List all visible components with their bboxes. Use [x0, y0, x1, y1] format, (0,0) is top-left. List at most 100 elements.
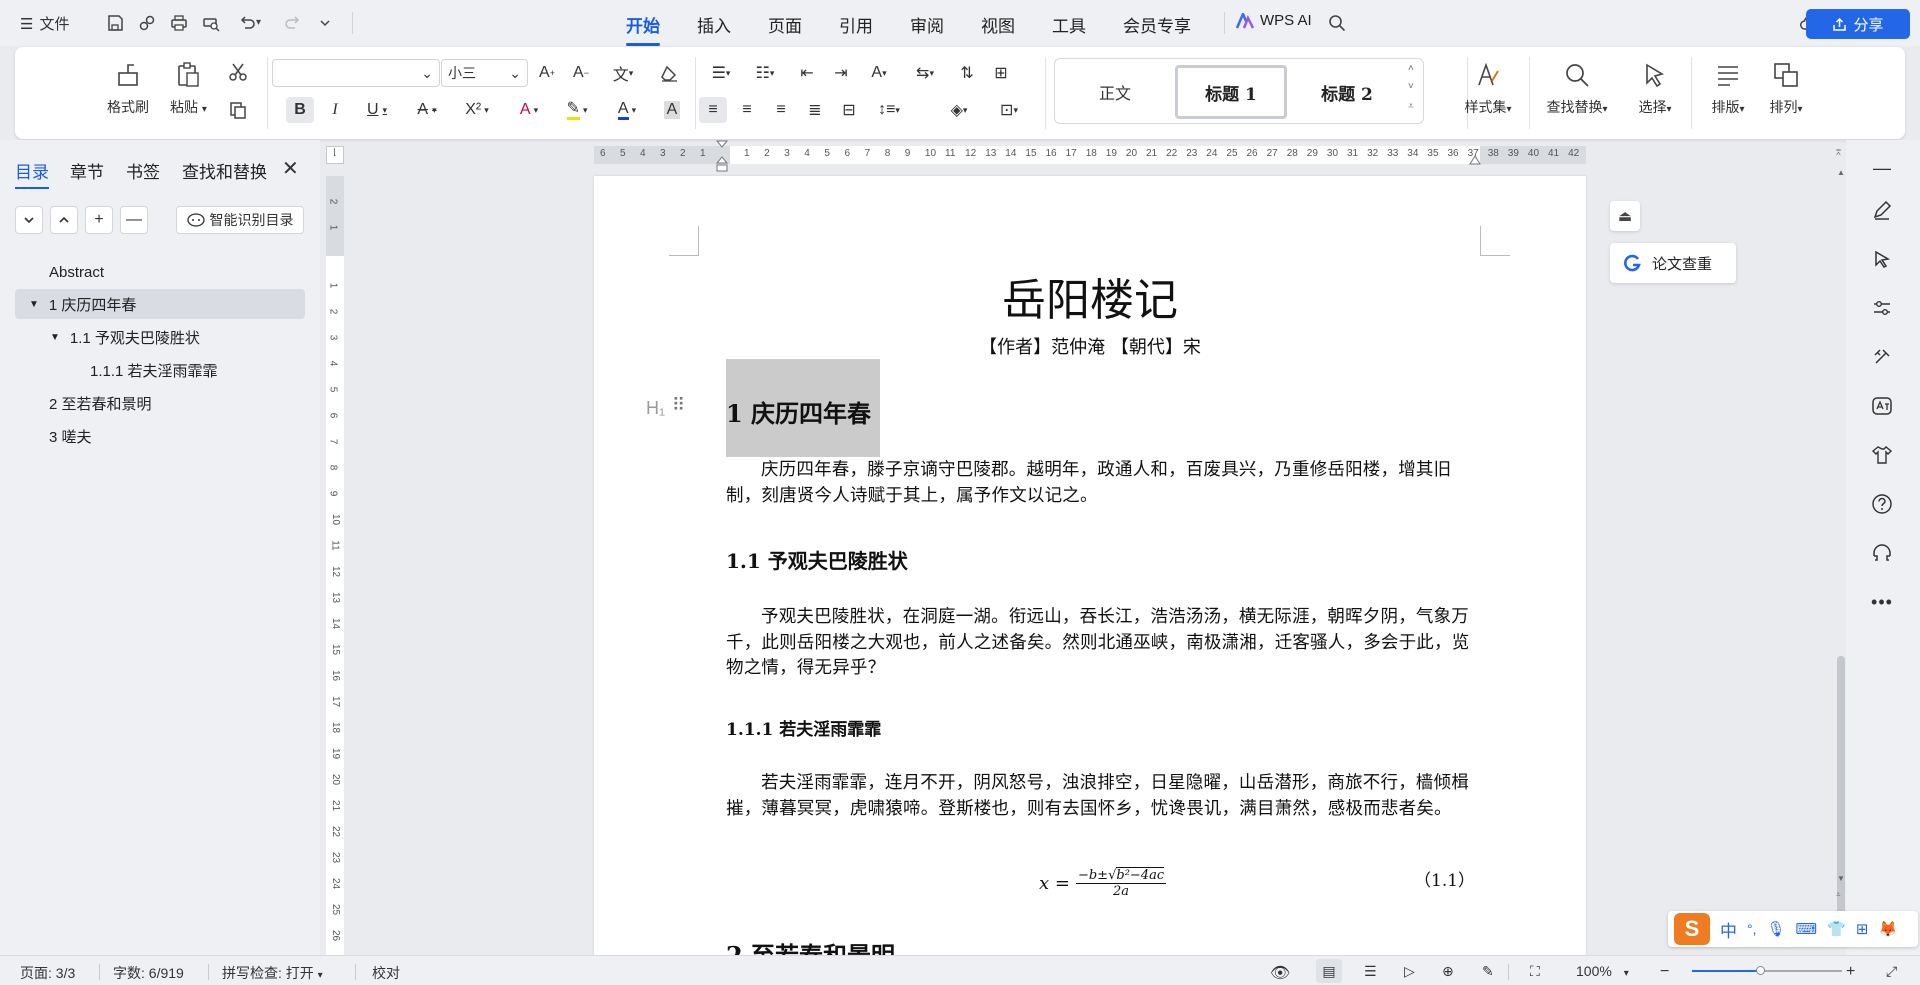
microphone-icon[interactable]: 🎙: [1767, 920, 1786, 938]
align-center-icon[interactable]: ≡: [733, 97, 761, 123]
borders-icon[interactable]: ⊡ ▾: [989, 97, 1029, 123]
shirt-icon[interactable]: [1864, 437, 1900, 473]
toc-item-2[interactable]: 2 至若春和景明: [15, 388, 305, 418]
zoom-in-icon[interactable]: +: [1846, 963, 1855, 981]
font-size-select[interactable]: 小三 ⌄: [441, 59, 528, 87]
share-button[interactable]: 分享: [1806, 9, 1910, 39]
paragraph[interactable]: 予观夫巴陵胜状，在洞庭一湖。衔远山，吞长江，浩浩汤汤，横无际涯，朝晖夕阴，气象万…: [726, 605, 1482, 682]
bold-button[interactable]: B: [286, 97, 314, 123]
plagiarism-check-button[interactable]: 论文查重: [1610, 243, 1736, 283]
sort-lines-icon[interactable]: ⇆ ▾: [907, 60, 943, 86]
vertical-scrollbar[interactable]: ⩞ ▲ ▼ ⩡: [1836, 148, 1846, 958]
clear-format-icon[interactable]: [655, 60, 683, 86]
outline-view-icon[interactable]: ☰: [1364, 963, 1377, 980]
page-view-icon[interactable]: ▤: [1316, 959, 1342, 983]
decrease-indent-icon[interactable]: ⇤: [793, 60, 821, 86]
increase-indent-icon[interactable]: ⇥: [827, 60, 855, 86]
cursor-icon[interactable]: [1864, 241, 1900, 277]
zoom-select[interactable]: 100% ▾: [1576, 963, 1629, 979]
text-direction-icon[interactable]: A ▾: [861, 60, 897, 86]
italic-button[interactable]: I: [321, 97, 349, 123]
tools-icon[interactable]: [1864, 339, 1900, 375]
undo-dropdown-icon[interactable]: ▾: [256, 17, 261, 28]
font-family-select[interactable]: ⌄: [272, 59, 440, 87]
paste-button[interactable]: 粘贴 ▾: [170, 61, 207, 117]
caret-down-icon[interactable]: ▼: [50, 332, 60, 343]
panel-tab-toc[interactable]: 目录: [15, 158, 49, 189]
scroll-down-icon[interactable]: ▼: [1837, 874, 1845, 883]
heading-1[interactable]: 2 至若春和景明: [726, 936, 895, 956]
shrink-font-icon[interactable]: A −: [567, 60, 595, 86]
chevron-down-icon[interactable]: ˅: [1408, 81, 1414, 92]
print-preview-icon[interactable]: [198, 10, 224, 36]
numbered-list-icon[interactable]: ☷ ▾: [747, 60, 783, 86]
style-heading-2[interactable]: 标题 2: [1295, 69, 1399, 115]
chevron-down-icon[interactable]: [312, 10, 338, 36]
zoom-slider[interactable]: [1692, 966, 1842, 975]
ime-punctuation[interactable]: °,: [1747, 921, 1757, 937]
chevron-up-icon[interactable]: ˄: [1408, 63, 1414, 74]
superscript-button[interactable]: X² ▾: [457, 97, 497, 123]
tab-home[interactable]: 开始: [626, 12, 660, 46]
paragraph[interactable]: 若夫淫雨霏霏，连月不开，阴风怒号，浊浪排空，日星隐曜，山岳潜形，商旅不行，樯倾楫…: [726, 771, 1482, 822]
format-painter-button[interactable]: 格式刷: [107, 61, 149, 117]
add-heading-button[interactable]: +: [85, 206, 113, 234]
mascot-icon[interactable]: 🦊: [1878, 920, 1897, 938]
align-left-icon[interactable]: ≡: [699, 97, 727, 123]
headset-icon[interactable]: [1864, 535, 1900, 571]
eye-icon[interactable]: 👁: [1270, 963, 1290, 983]
heading-marker-icon[interactable]: H₁: [646, 398, 665, 419]
heading-1[interactable]: 1 庆历四年春: [726, 394, 871, 429]
collapse-all-button[interactable]: [15, 206, 43, 234]
panel-tab-find[interactable]: 查找和替换: [182, 158, 267, 183]
layout-button[interactable]: 排版▾: [1698, 61, 1758, 117]
help-icon[interactable]: [1864, 486, 1900, 522]
file-menu-button[interactable]: ☰ 文件: [20, 13, 69, 34]
collapse-rail-icon[interactable]: —: [1864, 150, 1900, 186]
remove-heading-button[interactable]: —: [120, 206, 148, 234]
tab-tools[interactable]: 工具: [1052, 12, 1086, 37]
scroll-bottom-icon[interactable]: ⩡: [1836, 890, 1841, 900]
paragraph[interactable]: 庆历四年春，滕子京谪守巴陵郡。越明年，政通人和，百废具兴，乃重修岳阳楼，增其旧制…: [726, 458, 1482, 509]
expand-gallery-icon[interactable]: ⩡: [1408, 101, 1414, 112]
fit-page-icon[interactable]: ⛶: [1530, 963, 1540, 980]
fullscreen-icon[interactable]: ⤢: [1886, 963, 1897, 980]
justify-icon[interactable]: ≣: [801, 97, 829, 123]
tab-review[interactable]: 审阅: [910, 12, 944, 37]
sogou-logo-icon[interactable]: S: [1674, 913, 1710, 945]
panel-tab-bookmarks[interactable]: 书签: [126, 158, 160, 183]
tab-stop-selector[interactable]: ⌊: [326, 146, 344, 164]
phonetic-guide-icon[interactable]: 文 ▾: [605, 60, 641, 86]
strikethrough-button[interactable]: A ▾: [407, 97, 447, 123]
heading-2[interactable]: 1.1 予观夫巴陵胜状: [726, 545, 908, 574]
pen-icon[interactable]: [1864, 192, 1900, 228]
save-icon[interactable]: [102, 10, 128, 36]
select-button[interactable]: 选择▾: [1625, 61, 1685, 117]
underline-button[interactable]: U ▾: [357, 97, 397, 123]
search-icon[interactable]: [1324, 10, 1350, 36]
shading-icon[interactable]: ◈ ▾: [939, 97, 979, 123]
text-effect-button[interactable]: A ▾: [509, 97, 549, 123]
move-up-button[interactable]: [50, 206, 78, 234]
document-page[interactable]: 岳阳楼记 【作者】范仲淹 【朝代】宋 H₁ ⠿ 1 庆历四年春 庆历四年春，滕子…: [594, 176, 1586, 956]
more-icon[interactable]: •••: [1864, 584, 1900, 620]
spell-check[interactable]: 拼写检查: 打开 ▾: [222, 963, 323, 983]
toc-item-1-1-1[interactable]: 1.1.1 若夫淫雨霏霏: [15, 355, 305, 385]
toc-item-1-1[interactable]: ▼ 1.1 予观夫巴陵胜状: [15, 322, 305, 352]
scroll-up-icon[interactable]: ▲: [1837, 168, 1845, 177]
skin-icon[interactable]: 👕: [1827, 920, 1846, 938]
toc-item-3[interactable]: 3 嗟夫: [15, 421, 305, 451]
highlight-button[interactable]: ✎ ▾: [557, 97, 597, 123]
line-spacing-icon[interactable]: ↕≡ ▾: [869, 97, 909, 123]
toolbox-icon[interactable]: ⊞: [1856, 920, 1869, 938]
tab-member[interactable]: 会员专享: [1123, 12, 1191, 37]
table-of-tabs-icon[interactable]: ⊞: [987, 60, 1015, 86]
page-count[interactable]: 页面: 3/3: [20, 963, 75, 983]
tab-page[interactable]: 页面: [768, 12, 802, 37]
equation[interactable]: x = −b±√b²−4ac 2a: [1039, 867, 1167, 899]
play-icon[interactable]: ▷: [1404, 963, 1415, 980]
close-icon[interactable]: ✕: [282, 156, 299, 181]
document-title[interactable]: 岳阳楼记: [594, 264, 1586, 328]
cut-icon[interactable]: [224, 59, 252, 85]
toc-item-abstract[interactable]: Abstract: [15, 257, 305, 287]
